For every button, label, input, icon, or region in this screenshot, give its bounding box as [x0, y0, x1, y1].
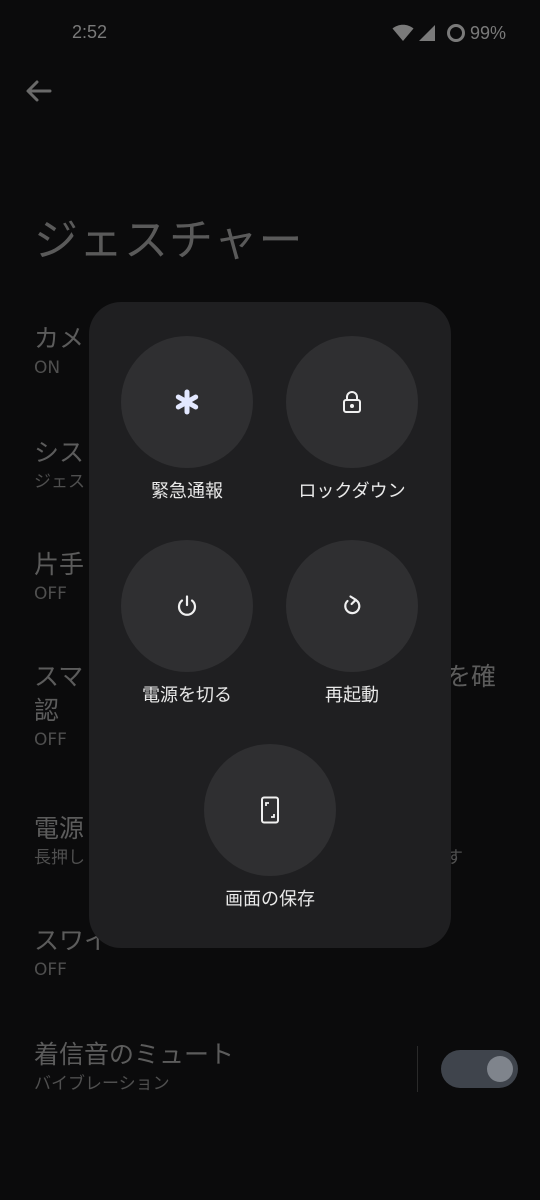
- setting-subtitle: OFF: [34, 960, 67, 980]
- battery-percent: 99%: [469, 22, 506, 43]
- mute-ringtone-toggle[interactable]: [441, 1050, 518, 1088]
- action-circle: [286, 336, 418, 468]
- battery-ring-icon: [446, 23, 466, 43]
- screenshot-icon: [260, 796, 280, 824]
- screen: 2:52 99% ジェスチャー カメ ON シス ジェス 片手 OFF スマ を…: [0, 0, 540, 1200]
- action-label: 緊急通報: [151, 481, 223, 502]
- arrow-back-icon: [22, 80, 56, 112]
- restart-button[interactable]: 再起動: [267, 540, 437, 708]
- restart-icon: [340, 594, 364, 618]
- lock-icon: [341, 390, 363, 414]
- power-off-button[interactable]: 電源を切る: [102, 540, 272, 708]
- lockdown-button[interactable]: ロックダウン: [267, 336, 437, 504]
- power-menu: 緊急通報 ロックダウン 電源を切る 再起動 画面の保存: [89, 302, 451, 948]
- action-label: 再起動: [325, 685, 379, 706]
- action-label: 画面の保存: [225, 889, 315, 910]
- cellular-signal-icon: [418, 24, 436, 42]
- status-time: 2:52: [72, 22, 108, 42]
- setting-item-mute-ringtone[interactable]: 着信音のミュート バイブレーション: [34, 1038, 504, 1096]
- status-bar: 2:52 99%: [0, 0, 540, 66]
- back-button[interactable]: [22, 74, 56, 108]
- page-title: ジェスチャー: [34, 215, 304, 266]
- action-circle: [121, 540, 253, 672]
- power-icon: [175, 594, 199, 618]
- status-icons: 99%: [392, 22, 506, 44]
- emergency-call-button[interactable]: 緊急通報: [102, 336, 272, 504]
- action-circle: [204, 744, 336, 876]
- wifi-icon: [392, 24, 414, 42]
- action-circle: [121, 336, 253, 468]
- screenshot-button[interactable]: 画面の保存: [185, 744, 355, 912]
- setting-title: 着信音のミュート: [34, 1040, 235, 1069]
- action-label: ロックダウン: [298, 481, 406, 502]
- setting-subtitle-left: 長押し: [34, 848, 85, 868]
- setting-title-left: スマ: [34, 662, 84, 691]
- action-circle: [286, 540, 418, 672]
- emergency-asterisk-icon: [174, 389, 200, 415]
- setting-subtitle: バイブレーション: [34, 1074, 170, 1094]
- setting-title-right: を確: [446, 662, 497, 691]
- toggle-divider: [417, 1046, 418, 1092]
- toggle-knob: [487, 1056, 513, 1082]
- action-label: 電源を切る: [142, 685, 232, 706]
